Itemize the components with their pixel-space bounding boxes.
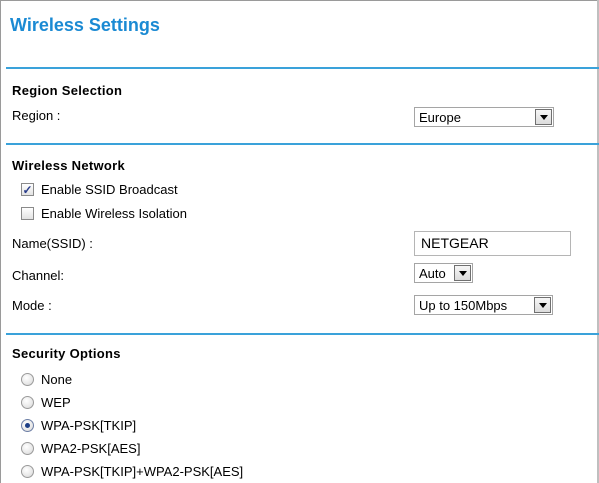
region-select-value: Europe: [419, 109, 461, 125]
chevron-down-icon[interactable]: [535, 109, 552, 125]
wireless-isolation-checkbox[interactable]: [21, 207, 34, 220]
chevron-down-icon[interactable]: [534, 297, 551, 313]
mode-label: Mode :: [12, 298, 52, 313]
region-label: Region :: [12, 108, 61, 123]
network-section-heading: Wireless Network: [12, 158, 126, 173]
security-radio-wpa2-psk-aes[interactable]: [21, 442, 34, 455]
security-radio-wpa-psk-tkip[interactable]: [21, 419, 34, 432]
security-option-label: None: [41, 372, 73, 387]
security-option-label: WEP: [41, 395, 71, 410]
wireless-isolation-label: Enable Wireless Isolation: [41, 206, 187, 221]
channel-select-value: Auto: [419, 265, 446, 281]
chevron-down-icon[interactable]: [454, 265, 471, 281]
channel-select[interactable]: Auto: [414, 263, 473, 283]
mode-select-value: Up to 150Mbps: [419, 297, 508, 313]
ssid-name-input[interactable]: NETGEAR: [414, 231, 571, 256]
region-select[interactable]: Europe: [414, 107, 554, 127]
radio-selected-dot: [25, 423, 30, 428]
security-option-label: WPA2-PSK[AES]: [41, 441, 141, 456]
security-radio-wpa-wpa2-mixed[interactable]: [21, 465, 34, 478]
ssid-broadcast-label: Enable SSID Broadcast: [41, 182, 178, 197]
section-divider: [6, 67, 599, 69]
section-divider: [6, 333, 599, 335]
security-section-heading: Security Options: [12, 346, 121, 361]
security-option-label: WPA-PSK[TKIP]+WPA2-PSK[AES]: [41, 464, 244, 479]
security-radio-wep[interactable]: [21, 396, 34, 409]
security-radio-none[interactable]: [21, 373, 34, 386]
channel-label: Channel:: [12, 268, 65, 283]
section-divider: [6, 143, 599, 145]
ssid-broadcast-checkbox[interactable]: ✓: [21, 183, 34, 196]
mode-select[interactable]: Up to 150Mbps: [414, 295, 553, 315]
checkmark-icon: ✓: [22, 182, 33, 197]
page-title: Wireless Settings: [10, 15, 160, 35]
region-section-heading: Region Selection: [12, 83, 123, 98]
ssid-name-label: Name(SSID) :: [12, 236, 93, 251]
security-option-label: WPA-PSK[TKIP]: [41, 418, 137, 433]
